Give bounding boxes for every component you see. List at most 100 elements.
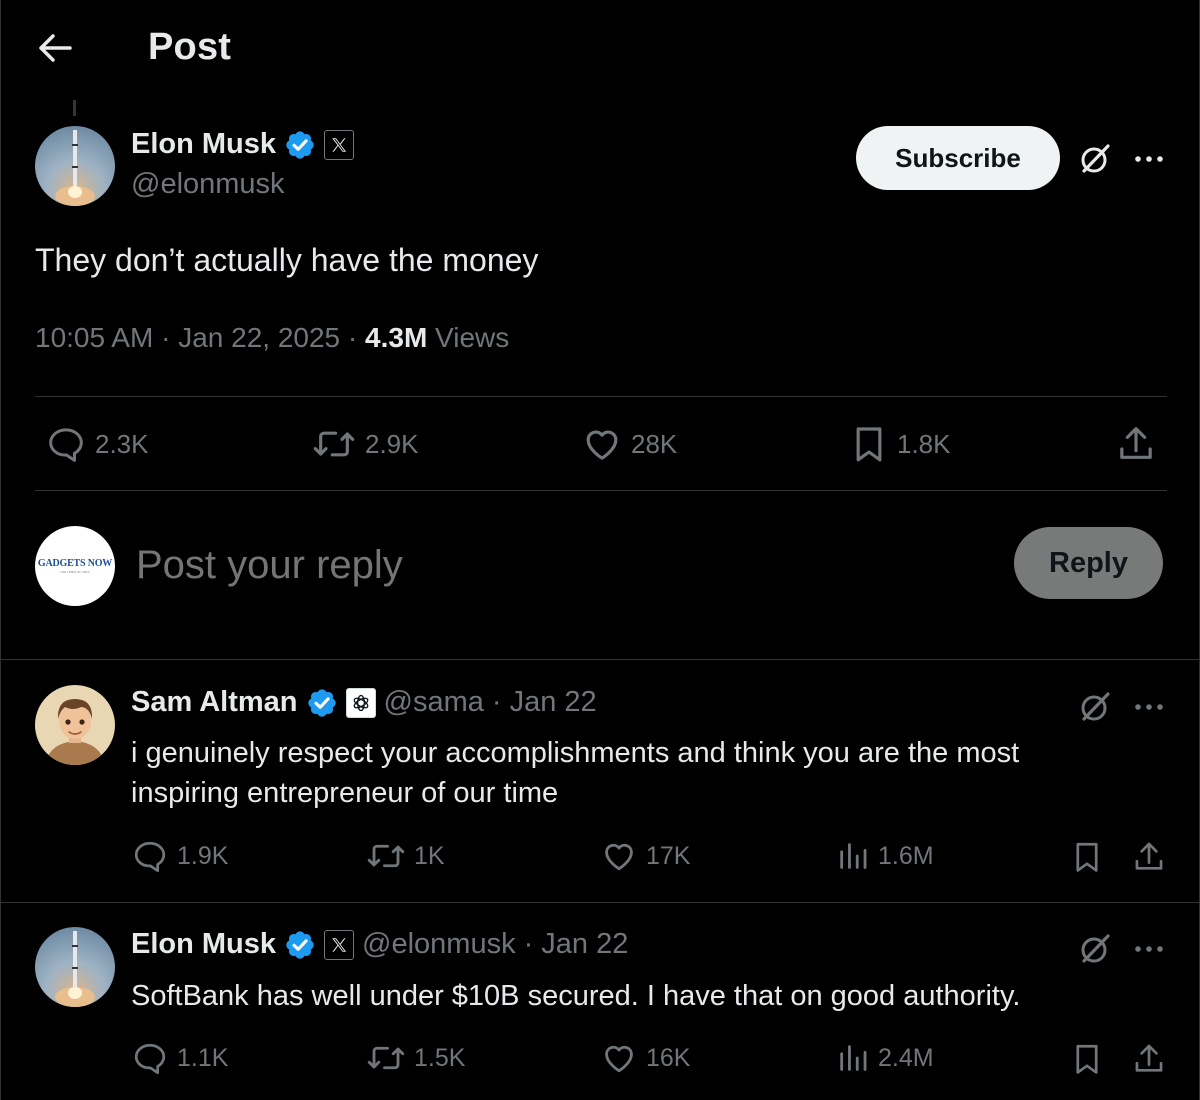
repost-button[interactable]: 1.5K: [366, 1040, 465, 1076]
bookmark-button[interactable]: [1068, 838, 1106, 876]
author-row: Elon Musk: [131, 128, 355, 161]
grok-icon: [1081, 934, 1110, 963]
reply-button[interactable]: 2.3K: [45, 424, 149, 464]
avatar[interactable]: [35, 927, 115, 1007]
reply-input[interactable]: [136, 538, 956, 592]
share-button[interactable]: [1114, 424, 1158, 464]
avatar-logo-text: GADGETS NOW: [37, 558, 113, 569]
author-handle[interactable]: @sama: [384, 686, 484, 719]
like-count: 28K: [631, 428, 678, 459]
grok-icon: [1081, 692, 1110, 721]
post-date[interactable]: Jan 22, 2025: [178, 322, 340, 353]
verified-badge-icon[interactable]: [284, 129, 316, 161]
avatar[interactable]: [35, 126, 115, 206]
reply-text: SoftBank has well under $10B secured. I …: [131, 980, 1021, 1012]
post-date[interactable]: Jan 22: [510, 686, 597, 719]
back-button[interactable]: [30, 26, 80, 70]
bookmark-count: 1.8K: [897, 428, 951, 459]
share-icon: [1135, 1044, 1163, 1072]
reply-button[interactable]: 1.9K: [131, 838, 228, 874]
verified-badge-icon[interactable]: [284, 929, 316, 961]
like-button[interactable]: 16K: [600, 1040, 690, 1076]
rocket-avatar-image: [35, 927, 115, 1007]
repost-button[interactable]: 2.9K: [311, 424, 419, 464]
views-count: 1.6M: [878, 841, 934, 870]
reply-button[interactable]: 1.1K: [131, 1040, 228, 1076]
page-title: Post: [148, 26, 232, 68]
post-time[interactable]: 10:05 AM: [35, 322, 153, 353]
bookmark-icon: [1076, 1044, 1098, 1074]
reply-count: 2.3K: [95, 428, 149, 459]
avatar[interactable]: [35, 685, 115, 765]
reply-icon: [134, 1043, 166, 1075]
bookmark-icon: [856, 427, 882, 462]
like-button[interactable]: 17K: [600, 838, 690, 874]
share-button[interactable]: [1130, 1040, 1168, 1078]
meta-separator: ·: [347, 322, 366, 353]
reply-count: 1.1K: [177, 1043, 229, 1072]
openai-affiliation-badge[interactable]: [345, 687, 376, 718]
reply-text: i genuinely respect your accomplishments…: [131, 737, 1020, 809]
share-button[interactable]: [1130, 838, 1168, 876]
post-text: They don’t actually have the money: [35, 242, 539, 278]
arrow-left-icon: [39, 34, 72, 62]
more-options-button[interactable]: [1128, 686, 1170, 728]
repost-button[interactable]: 1K: [366, 838, 445, 874]
author-name[interactable]: Sam Altman: [131, 686, 298, 719]
repost-count: 2.9K: [365, 428, 419, 459]
views-label: Views: [435, 322, 510, 353]
grok-button[interactable]: [1074, 138, 1116, 180]
more-horizontal-icon: [1135, 946, 1163, 952]
x-logo-icon: [332, 137, 347, 152]
grok-button[interactable]: [1074, 928, 1116, 970]
repost-icon: [367, 1046, 405, 1070]
meta-separator: ·: [161, 322, 179, 353]
cartoon-avatar-image: [35, 685, 115, 765]
repost-icon: [367, 844, 405, 868]
rocket-avatar-image: [35, 126, 115, 206]
divider: [0, 902, 1200, 903]
repost-count: 1.5K: [414, 1043, 466, 1072]
more-horizontal-icon: [1135, 156, 1163, 162]
like-button[interactable]: 28K: [581, 424, 677, 464]
like-count: 17K: [646, 841, 691, 870]
author-handle[interactable]: @elonmusk: [131, 168, 285, 201]
bookmark-icon: [1076, 842, 1098, 872]
x-logo-icon: [332, 937, 347, 952]
author-name[interactable]: Elon Musk: [131, 928, 276, 961]
bookmark-button[interactable]: 1.8K: [849, 424, 951, 464]
left-border: [0, 0, 1, 1100]
x-affiliation-badge[interactable]: [324, 129, 355, 160]
thread-connector: [73, 100, 76, 116]
views-button[interactable]: 2.4M: [836, 1040, 934, 1076]
reply-icon: [49, 428, 83, 462]
openai-logo-icon: [353, 694, 368, 711]
subscribe-button[interactable]: Subscribe: [856, 126, 1060, 190]
meta-separator: ·: [523, 928, 534, 960]
meta-separator: ·: [491, 686, 502, 718]
more-options-button[interactable]: [1128, 138, 1170, 180]
analytics-icon: [840, 1045, 867, 1071]
x-affiliation-badge[interactable]: [324, 929, 355, 960]
verified-badge-icon[interactable]: [306, 687, 338, 719]
post-meta: 10:05 AM · Jan 22, 2025 · 4.3M Views: [35, 322, 509, 354]
reply-icon: [134, 841, 166, 873]
reply-submit-button[interactable]: Reply: [1014, 527, 1163, 599]
like-count: 16K: [646, 1043, 691, 1072]
more-options-button[interactable]: [1128, 928, 1170, 970]
views-button[interactable]: 1.6M: [836, 838, 934, 874]
share-icon: [1135, 842, 1163, 870]
more-horizontal-icon: [1135, 704, 1163, 710]
divider: [0, 659, 1200, 660]
views-count: 4.3M: [365, 322, 428, 353]
divider: [35, 396, 1167, 397]
views-count: 2.4M: [878, 1043, 934, 1072]
reply-author-row: Elon Musk @elonmusk · Jan 22: [131, 928, 628, 961]
analytics-icon: [840, 843, 867, 869]
grok-button[interactable]: [1074, 686, 1116, 728]
post-date[interactable]: Jan 22: [541, 928, 628, 961]
author-name[interactable]: Elon Musk: [131, 128, 276, 161]
user-avatar[interactable]: GADGETS NOW THE TIMES OF INDIA: [35, 526, 115, 606]
bookmark-button[interactable]: [1068, 1040, 1106, 1078]
author-handle[interactable]: @elonmusk: [362, 928, 516, 961]
